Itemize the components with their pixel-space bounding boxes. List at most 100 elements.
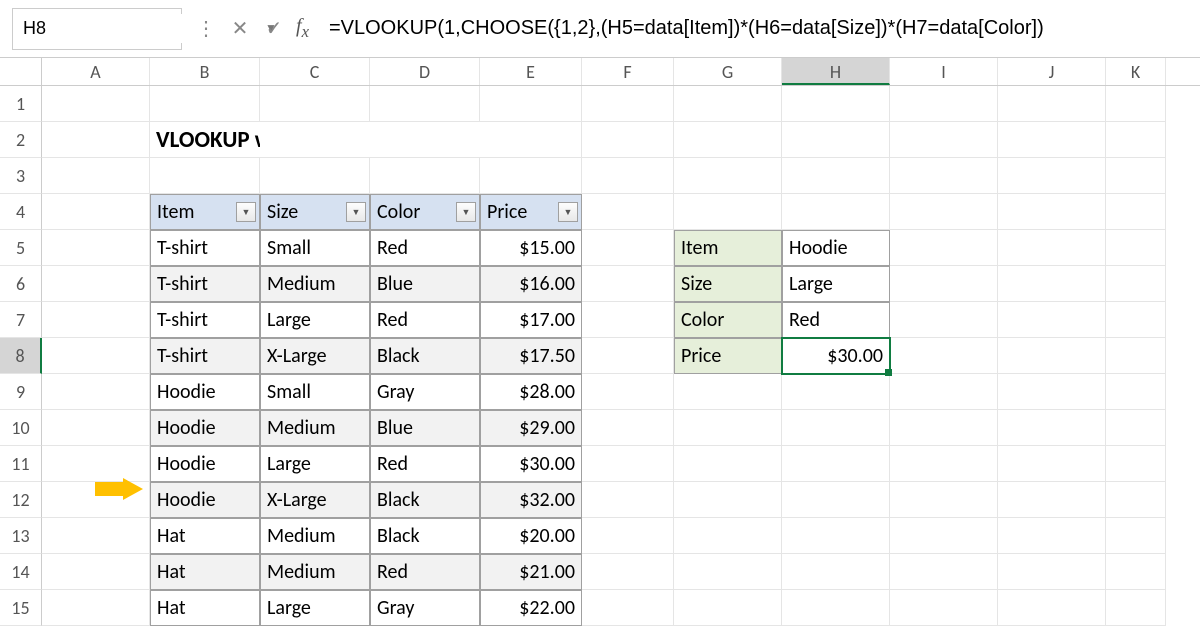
cell[interactable] [582,194,674,230]
filter-icon[interactable]: ▼ [558,202,578,222]
cell[interactable] [1106,302,1166,338]
cell[interactable] [150,158,260,194]
row-header-4[interactable]: 4 [0,194,42,230]
row-header-1[interactable]: 1 [0,86,42,122]
cell[interactable] [998,302,1106,338]
cell[interactable] [998,338,1106,374]
cell[interactable] [782,410,890,446]
cell[interactable] [150,86,260,122]
cell[interactable] [42,194,150,230]
cell[interactable] [998,158,1106,194]
cell[interactable] [782,554,890,590]
cell[interactable] [674,554,782,590]
cell[interactable] [674,122,782,158]
row-header-15[interactable]: 15 [0,590,42,626]
cell[interactable] [582,266,674,302]
table-cell[interactable]: Medium [260,554,370,590]
table-cell[interactable]: T-shirt [150,230,260,266]
cell[interactable] [998,554,1106,590]
cell[interactable] [582,86,674,122]
cell[interactable] [890,554,998,590]
cell[interactable] [370,122,480,158]
table-header-price[interactable]: Price▼ [480,194,582,230]
row-header-5[interactable]: 5 [0,230,42,266]
table-cell[interactable]: $21.00 [480,554,582,590]
cell[interactable] [42,230,150,266]
cell[interactable] [998,518,1106,554]
cell[interactable] [782,86,890,122]
cell[interactable] [42,554,150,590]
col-header-H[interactable]: H [782,58,890,85]
row-header-9[interactable]: 9 [0,374,42,410]
col-header-B[interactable]: B [150,58,260,85]
row-header-7[interactable]: 7 [0,302,42,338]
cell[interactable] [890,266,998,302]
cell[interactable] [890,482,998,518]
cell[interactable] [370,158,480,194]
cell[interactable] [42,446,150,482]
table-cell[interactable]: $32.00 [480,482,582,518]
lookup-label-item[interactable]: Item [674,230,782,266]
cell[interactable] [42,374,150,410]
cell[interactable] [998,446,1106,482]
table-cell[interactable]: T-shirt [150,266,260,302]
table-cell[interactable]: Gray [370,374,480,410]
table-header-size[interactable]: Size▼ [260,194,370,230]
cell[interactable] [42,86,150,122]
cell[interactable] [1106,230,1166,266]
table-cell[interactable]: T-shirt [150,338,260,374]
cell[interactable] [1106,86,1166,122]
cell[interactable] [890,590,998,626]
lookup-label-color[interactable]: Color [674,302,782,338]
cell[interactable] [890,122,998,158]
row-header-14[interactable]: 14 [0,554,42,590]
cell[interactable] [890,338,998,374]
cell[interactable] [582,122,674,158]
cell[interactable] [1106,158,1166,194]
cell[interactable] [1106,446,1166,482]
cell[interactable] [582,302,674,338]
table-cell[interactable]: Red [370,554,480,590]
filter-icon[interactable]: ▼ [456,202,476,222]
table-cell[interactable]: X-Large [260,338,370,374]
cell[interactable] [674,158,782,194]
table-cell[interactable]: Hoodie [150,374,260,410]
row-header-13[interactable]: 13 [0,518,42,554]
table-cell[interactable]: $20.00 [480,518,582,554]
cell[interactable] [1106,482,1166,518]
cell[interactable] [890,410,998,446]
select-all[interactable] [0,58,42,85]
cell[interactable] [890,302,998,338]
cell[interactable] [998,410,1106,446]
cell[interactable] [582,374,674,410]
table-cell[interactable]: $16.00 [480,266,582,302]
cell[interactable] [998,86,1106,122]
table-cell[interactable]: T-shirt [150,302,260,338]
table-cell[interactable]: Small [260,374,370,410]
row-header-12[interactable]: 12 [0,482,42,518]
cell[interactable] [998,266,1106,302]
table-cell[interactable]: Red [370,302,480,338]
cell[interactable] [260,86,370,122]
cell[interactable] [42,410,150,446]
cell[interactable] [890,158,998,194]
col-header-G[interactable]: G [674,58,782,85]
cell[interactable] [782,590,890,626]
row-header-10[interactable]: 10 [0,410,42,446]
cell[interactable] [782,158,890,194]
table-cell[interactable]: Hoodie [150,446,260,482]
cell[interactable] [782,122,890,158]
lookup-value-size[interactable]: Large [782,266,890,302]
cell[interactable] [260,122,370,158]
cell[interactable] [42,158,150,194]
col-header-D[interactable]: D [370,58,480,85]
table-cell[interactable]: Medium [260,266,370,302]
cell[interactable] [42,338,150,374]
cell[interactable] [1106,554,1166,590]
table-cell[interactable]: $29.00 [480,410,582,446]
cell[interactable] [782,446,890,482]
col-header-E[interactable]: E [480,58,582,85]
cell[interactable] [582,446,674,482]
cell[interactable] [998,374,1106,410]
cell[interactable] [42,122,150,158]
